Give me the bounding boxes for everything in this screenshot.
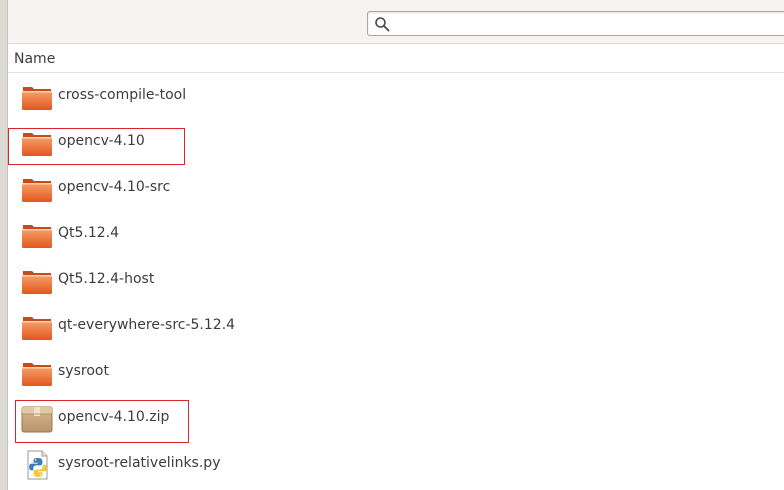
window-edge: [0, 0, 8, 490]
column-header-label: Name: [14, 51, 56, 67]
list-item[interactable]: opencv-4.10: [8, 119, 784, 165]
python-file-icon: [27, 450, 48, 480]
list-item[interactable]: Qt5.12.4: [8, 211, 784, 257]
column-header-name[interactable]: Name: [8, 45, 784, 73]
folder-icon: [22, 317, 52, 340]
search-box[interactable]: [367, 11, 784, 36]
list-item[interactable]: cross-compile-tool: [8, 73, 784, 119]
folder-icon: [22, 133, 52, 156]
search-input[interactable]: [394, 14, 778, 34]
file-name: Qt5.12.4-host: [58, 271, 155, 287]
archive-icon: [21, 406, 53, 433]
file-name: opencv-4.10: [58, 133, 145, 149]
list-item[interactable]: opencv-4.10-src: [8, 165, 784, 211]
search-icon: [375, 17, 390, 32]
list-item[interactable]: sysroot: [8, 349, 784, 395]
folder-icon: [22, 179, 52, 202]
file-name: cross-compile-tool: [58, 87, 187, 103]
file-name: opencv-4.10.zip: [58, 409, 170, 425]
list-item[interactable]: opencv-4.10.zip: [8, 395, 784, 441]
folder-icon: [22, 87, 52, 110]
list-item[interactable]: qt-everywhere-src-5.12.4: [8, 303, 784, 349]
folder-icon: [22, 271, 52, 294]
list-item[interactable]: Qt5.12.4-host: [8, 257, 784, 303]
list-item[interactable]: sysroot-relativelinks.py: [8, 441, 784, 487]
file-name: sysroot-relativelinks.py: [58, 455, 221, 471]
folder-icon: [22, 225, 52, 248]
file-name: Qt5.12.4: [58, 225, 120, 241]
folder-icon: [22, 363, 52, 386]
file-name: sysroot: [58, 363, 109, 379]
file-name: qt-everywhere-src-5.12.4: [58, 317, 236, 333]
file-name: opencv-4.10-src: [58, 179, 171, 195]
